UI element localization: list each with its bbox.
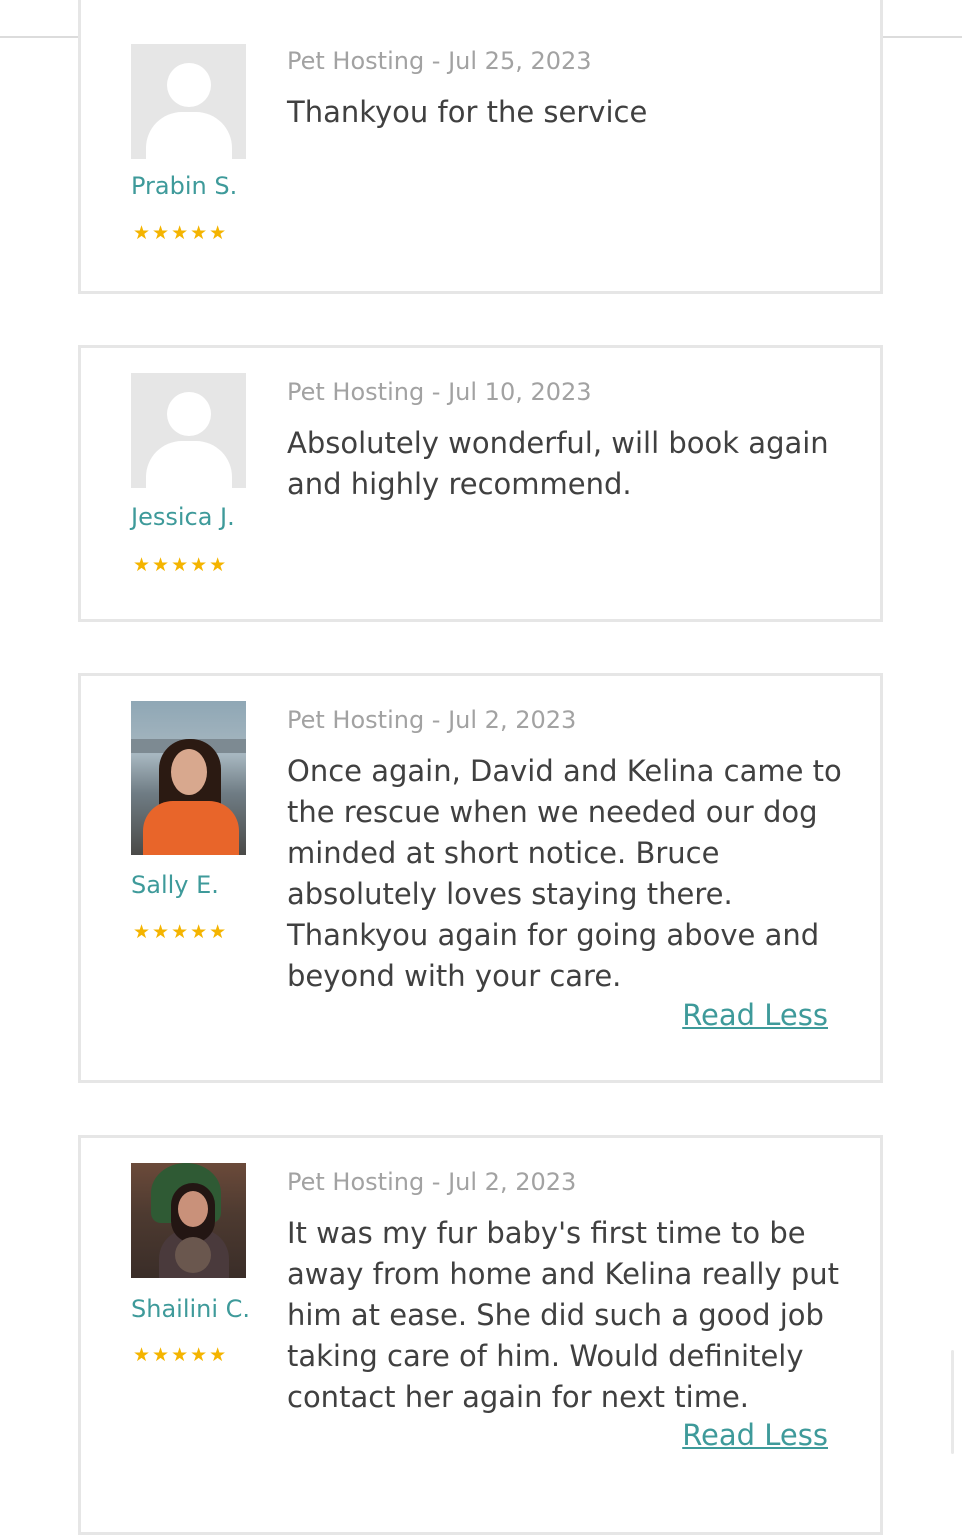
default-avatar-icon <box>131 373 246 488</box>
star-rating: ★★★★★ <box>133 222 229 244</box>
scrollbar[interactable] <box>951 1350 954 1454</box>
review-card: Shailini C. ★★★★★ Pet Hosting - Jul 2, 2… <box>78 1135 883 1535</box>
reviewer-name[interactable]: Jessica J. <box>131 503 235 531</box>
read-less-link[interactable]: Read Less <box>682 1418 828 1452</box>
profile-photo[interactable] <box>131 701 246 855</box>
review-meta: Pet Hosting - Jul 25, 2023 <box>287 47 592 75</box>
review-card: Sally E. ★★★★★ Pet Hosting - Jul 2, 2023… <box>78 673 883 1083</box>
star-rating: ★★★★★ <box>133 554 229 576</box>
star-rating: ★★★★★ <box>133 1344 229 1366</box>
profile-photo[interactable] <box>131 1163 246 1278</box>
star-rating: ★★★★★ <box>133 921 229 943</box>
review-card: Prabin S. ★★★★★ Pet Hosting - Jul 25, 20… <box>78 0 883 294</box>
reviewer-name[interactable]: Prabin S. <box>131 172 237 200</box>
review-text: Once again, David and Kelina came to the… <box>287 754 842 993</box>
review-text: Absolutely wonderful, will book again an… <box>287 426 829 501</box>
review-text: Thankyou for the service <box>287 95 648 129</box>
review-meta: Pet Hosting - Jul 2, 2023 <box>287 706 577 734</box>
reviewer-name[interactable]: Shailini C. <box>131 1295 250 1323</box>
review-card: Jessica J. ★★★★★ Pet Hosting - Jul 10, 2… <box>78 345 883 622</box>
review-meta: Pet Hosting - Jul 10, 2023 <box>287 378 592 406</box>
review-text: It was my fur baby's first time to be aw… <box>287 1216 840 1414</box>
default-avatar-icon <box>131 44 246 159</box>
review-meta: Pet Hosting - Jul 2, 2023 <box>287 1168 577 1196</box>
reviewer-name[interactable]: Sally E. <box>131 871 219 899</box>
read-less-link[interactable]: Read Less <box>682 998 828 1032</box>
